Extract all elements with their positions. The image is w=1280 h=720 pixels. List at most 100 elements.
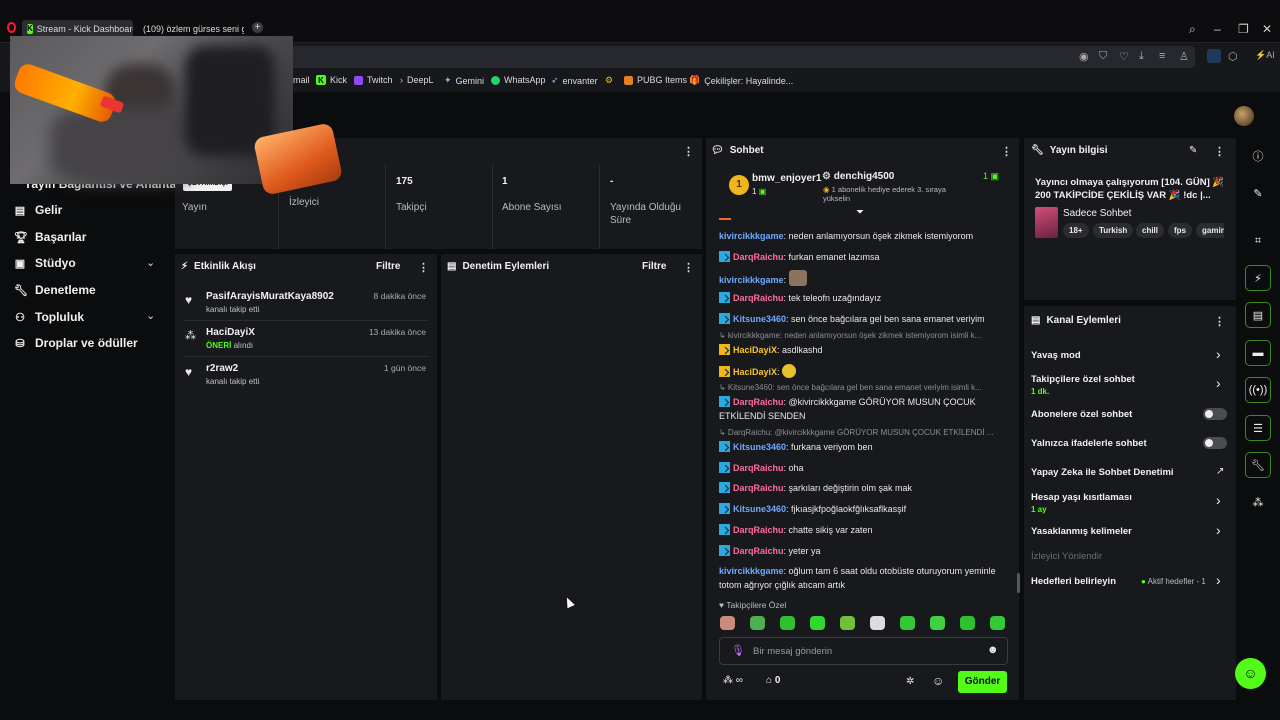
kick-emote[interactable] bbox=[780, 616, 795, 630]
category-name[interactable]: Sadece Sohbet bbox=[1063, 208, 1131, 219]
grin-emote[interactable] bbox=[990, 616, 1005, 630]
camera-icon[interactable]: ◉ bbox=[1079, 50, 1089, 63]
close-window-icon[interactable]: ✕ bbox=[1262, 22, 1272, 36]
sidebar-item-droplar[interactable]: ⛁ Droplar ve ödüller bbox=[14, 336, 137, 350]
maximize-icon[interactable]: ❐ bbox=[1238, 22, 1249, 36]
subscribers-only-toggle[interactable] bbox=[1203, 408, 1227, 420]
activity-user[interactable]: HaciDayiX bbox=[206, 327, 255, 338]
tag[interactable]: gamin bbox=[1196, 223, 1224, 238]
bookmark-gemini[interactable]: ✦ Gemini bbox=[444, 75, 484, 86]
bookmark-pubg[interactable]: ⚙ bbox=[605, 75, 613, 86]
vip-badge-icon[interactable] bbox=[719, 344, 730, 355]
wrench-icon[interactable]: 🔧︎ bbox=[1245, 452, 1271, 478]
broadcast-icon[interactable]: ((•)) bbox=[1245, 377, 1271, 403]
followers-only-setting[interactable]: Takipçilere özel sohbet 1 dk. bbox=[1031, 374, 1135, 396]
lightning-icon[interactable]: ⚡︎ bbox=[1245, 265, 1271, 291]
sidebar-item-topluluk[interactable]: ⚇ Topluluk bbox=[14, 310, 84, 324]
chat-bubble-icon[interactable]: ▬ bbox=[1245, 340, 1271, 366]
reply-context[interactable]: ↳ kivircikkkgame: neden anlamıyorsun öşe… bbox=[719, 331, 1009, 340]
reply-context[interactable]: ↳ Kitsune3460: sen önce bağcılara gel be… bbox=[719, 383, 1009, 392]
chat-username[interactable]: HaciDayiX bbox=[733, 345, 777, 355]
send-button[interactable]: Gönder bbox=[958, 671, 1007, 693]
moderator-badge-icon[interactable] bbox=[719, 482, 730, 493]
shield-icon[interactable]: ⛉ bbox=[1099, 50, 1107, 63]
chat-username[interactable]: HaciDayiX bbox=[733, 367, 777, 377]
activity-filter-button[interactable]: Filtre bbox=[376, 261, 400, 272]
chat-username[interactable]: Kitsune3460 bbox=[733, 504, 786, 514]
chevron-right-icon[interactable]: › bbox=[1216, 375, 1221, 391]
chevron-right-icon[interactable]: › bbox=[1216, 346, 1221, 362]
document-icon[interactable]: ▤ bbox=[1245, 302, 1271, 328]
opera-logo-icon[interactable] bbox=[7, 22, 16, 33]
slow-mode-setting[interactable]: Yavaş mod bbox=[1031, 350, 1081, 361]
category-thumbnail[interactable] bbox=[1035, 207, 1058, 238]
activity-user[interactable]: r2raw2 bbox=[206, 363, 238, 374]
ai-icon[interactable]: ⚡AI bbox=[1255, 50, 1275, 61]
avatar[interactable] bbox=[1234, 106, 1254, 126]
bookmark-whatsapp[interactable]: WhatsApp bbox=[491, 75, 546, 85]
chat-username[interactable]: DarqRaichu bbox=[733, 252, 784, 262]
account-age-setting[interactable]: Hesap yaşı kısıtlaması 1 ay bbox=[1031, 492, 1132, 514]
cat-emote[interactable] bbox=[788, 270, 807, 286]
quick-emote-icon[interactable]: ☺ bbox=[932, 674, 944, 688]
moderator-badge-icon[interactable] bbox=[719, 396, 730, 407]
microphone-icon[interactable]: 🎙︎ bbox=[731, 644, 745, 657]
tab-kick-dashboard[interactable]: K Stream - Kick Dashboard bbox=[22, 20, 133, 37]
chat-username[interactable]: DarqRaichu bbox=[733, 525, 784, 535]
chat-username[interactable]: DarqRaichu bbox=[733, 463, 784, 473]
store-indicator[interactable]: ⌂ 0 bbox=[766, 675, 780, 686]
cat-emote[interactable] bbox=[720, 616, 735, 630]
moderator-badge-icon[interactable] bbox=[719, 503, 730, 514]
bookmark-twitch[interactable]: Twitch bbox=[354, 75, 393, 85]
tag[interactable]: Turkish bbox=[1093, 223, 1134, 238]
moderator-badge-icon[interactable] bbox=[719, 313, 730, 324]
layers-icon[interactable]: ☰ bbox=[1245, 415, 1271, 441]
sidebar-item-basarilar[interactable]: 🏆︎ Başarılar bbox=[14, 230, 86, 244]
chat-username[interactable]: Kitsune3460 bbox=[733, 442, 786, 452]
kebab-menu-icon[interactable]: ⋮ bbox=[683, 261, 694, 274]
address-field[interactable] bbox=[290, 46, 1195, 68]
reply-context[interactable]: ↳ DarqRaichu: @kivircikkkgame GÖRÜYOR MU… bbox=[719, 428, 1009, 437]
tab-youtube[interactable]: (109) özlem gürses seni g bbox=[134, 20, 244, 37]
external-link-icon[interactable]: ↗ bbox=[1216, 466, 1224, 477]
sidebar-item-studyo[interactable]: ▣ Stüdyo bbox=[14, 256, 76, 270]
community-icon[interactable]: ⁂ bbox=[1245, 489, 1271, 515]
support-chat-button[interactable]: ☺ bbox=[1235, 658, 1266, 689]
tag[interactable]: chill bbox=[1136, 223, 1165, 238]
chat-username[interactable]: kivircikkkgame bbox=[719, 566, 784, 576]
camera-frame-icon[interactable]: ⌗ bbox=[1245, 228, 1271, 254]
kebab-menu-icon[interactable]: ⋮ bbox=[1214, 315, 1225, 328]
chevron-right-icon[interactable]: › bbox=[1216, 572, 1221, 588]
chat-scrollbar[interactable] bbox=[1017, 573, 1020, 593]
bookmark-pubg-items[interactable]: PUBG Items bbox=[624, 75, 687, 85]
tag[interactable]: 18+ bbox=[1063, 223, 1089, 238]
chat-username[interactable]: DarqRaichu bbox=[733, 546, 784, 556]
banned-words-setting[interactable]: Yasaklanmış kelimeler bbox=[1031, 526, 1132, 537]
plus-emote[interactable] bbox=[930, 616, 945, 630]
info-icon[interactable]: ⓘ bbox=[1245, 143, 1271, 169]
heart-icon[interactable]: ♡ bbox=[1119, 50, 1129, 63]
chevron-down-icon[interactable]: ⌄ bbox=[146, 256, 155, 269]
bookmark-envanter[interactable]: ➶ envanter bbox=[551, 75, 598, 86]
chat-username[interactable]: kivircikkkgame bbox=[719, 275, 784, 285]
ai-moderation-setting[interactable]: Yapay Zeka ile Sohbet Denetimi bbox=[1031, 467, 1174, 478]
smile-emote[interactable] bbox=[960, 616, 975, 630]
moderator-badge-icon[interactable] bbox=[719, 524, 730, 535]
activity-user[interactable]: PasifArayisMuratKaya8902 bbox=[206, 291, 334, 302]
moderator-badge-icon[interactable] bbox=[719, 251, 730, 262]
chevron-down-icon[interactable]: ⌄ bbox=[146, 309, 155, 322]
minimize-icon[interactable]: – bbox=[1214, 22, 1221, 36]
emotes-only-toggle[interactable] bbox=[1203, 437, 1227, 449]
chevron-right-icon[interactable]: › bbox=[1216, 522, 1221, 538]
edit-icon[interactable]: ✎ bbox=[1245, 180, 1271, 206]
extension-icon[interactable] bbox=[1207, 49, 1221, 63]
ghost-emote[interactable] bbox=[810, 616, 825, 630]
chat-username[interactable]: kivircikkkgame bbox=[719, 231, 784, 241]
goals-setting[interactable]: Hedefleri belirleyin bbox=[1031, 576, 1116, 587]
chat-username[interactable]: DarqRaichu bbox=[733, 397, 784, 407]
chat-input-box[interactable]: 🎙︎ Bir mesaj gönderin ☻ bbox=[719, 637, 1008, 665]
tag[interactable]: fps bbox=[1168, 223, 1192, 238]
chat-input[interactable]: Bir mesaj gönderin bbox=[753, 646, 832, 657]
kebab-menu-icon[interactable]: ⋮ bbox=[1214, 145, 1225, 158]
chevron-right-icon[interactable]: › bbox=[1216, 492, 1221, 508]
